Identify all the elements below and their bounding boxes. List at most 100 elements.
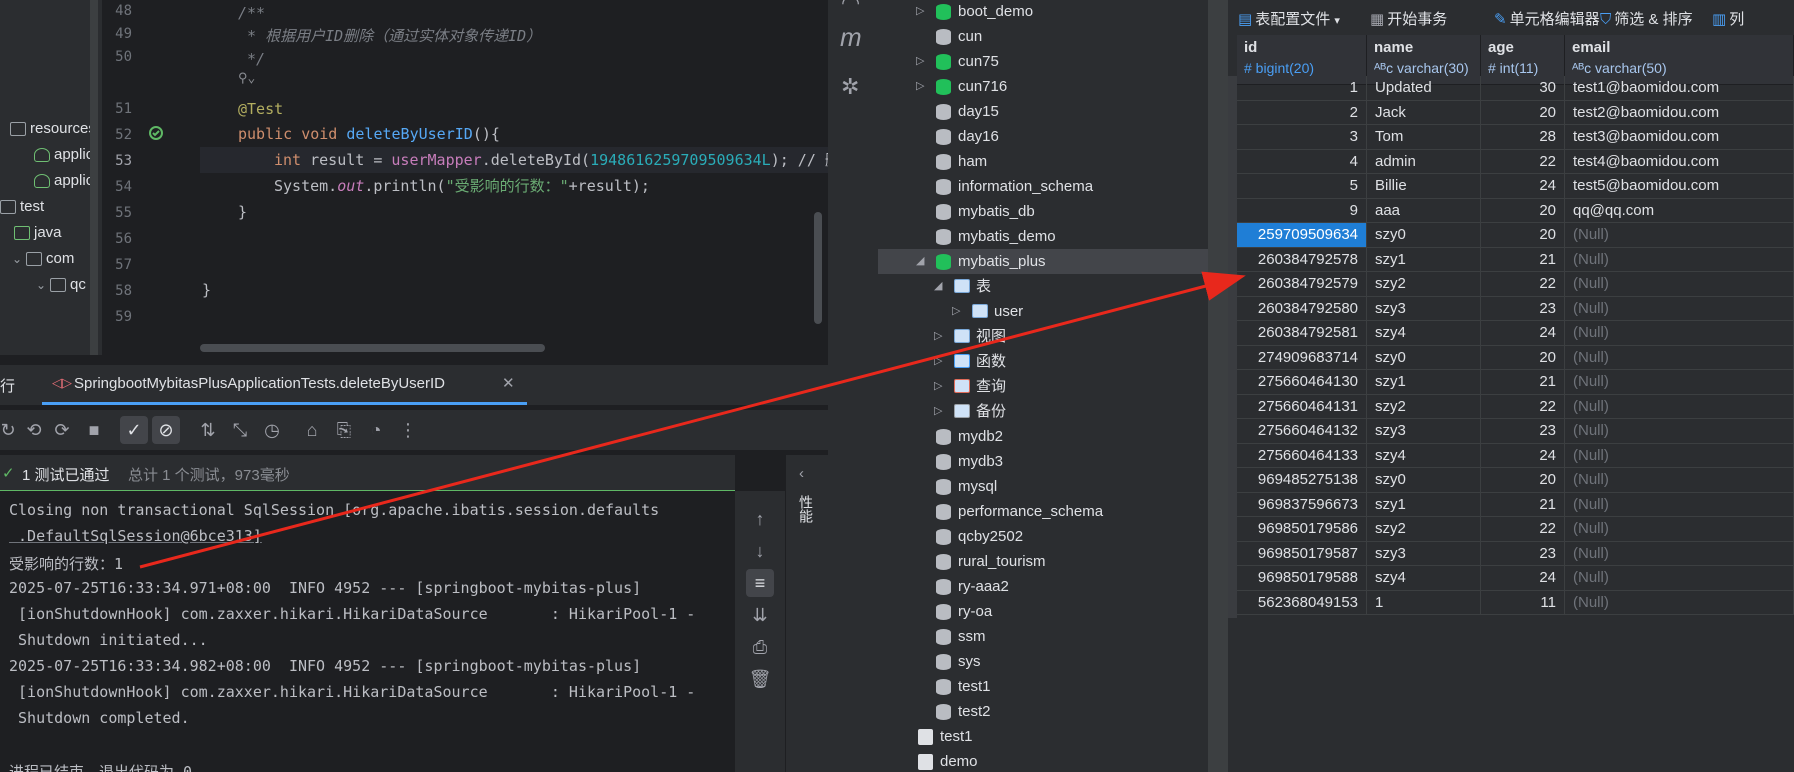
toggle-auto-test-icon[interactable]: ⟳ [48,416,76,444]
coverage-icon[interactable]: ◔ [362,416,390,444]
table-cell-name[interactable]: aaa [1367,198,1481,223]
nav-item-cun716[interactable]: ▷ cun716 [878,74,1208,99]
table-cell-age[interactable]: 22 [1481,394,1565,419]
table-cell-email[interactable]: (Null) [1565,517,1794,542]
table-cell-id[interactable]: 969850179586 [1237,517,1367,542]
table-cell-age[interactable]: 23 [1481,419,1565,444]
nav-item-[interactable]: ▷ 备份 [878,399,1208,424]
tree-item-applic-2[interactable]: applic [34,168,93,194]
table-cell-name[interactable]: szy3 [1367,419,1481,444]
nav-item-ssm[interactable]: ssm [878,624,1208,649]
nav-item-performance_schema[interactable]: performance_schema [878,499,1208,524]
nav-item-mydb3[interactable]: mydb3 [878,449,1208,474]
collapsed-arrow-icon[interactable]: ▷ [934,399,942,424]
table-cell-email[interactable]: qq@qq.com [1565,198,1794,223]
table-cell-age[interactable]: 28 [1481,125,1565,150]
show-ignored-icon[interactable]: ⊘ [152,416,180,444]
table-cell-id[interactable]: 275660464131 [1237,394,1367,419]
table-cell-name[interactable]: Tom [1367,125,1481,150]
collapsed-arrow-icon[interactable]: ▷ [916,74,924,99]
table-cell-id[interactable]: 4 [1237,149,1367,174]
table-cell-id[interactable]: 969485275138 [1237,468,1367,493]
chevron-left-icon[interactable]: ‹ [799,465,804,482]
table-cell-id[interactable]: 259709509634 [1237,223,1367,248]
table-cell-age[interactable]: 21 [1481,370,1565,395]
table-config-button[interactable]: ▤ 表配置文件 ▾ [1238,8,1340,29]
table-cell-email[interactable]: (Null) [1565,566,1794,591]
table-cell-email[interactable]: (Null) [1565,468,1794,493]
console-output[interactable]: Closing non transactional SqlSession [or… [0,491,735,772]
table-cell-name[interactable]: szy3 [1367,296,1481,321]
table-cell-age[interactable]: 23 [1481,296,1565,321]
table-cell-id[interactable]: 260384792580 [1237,296,1367,321]
tree-item-com[interactable]: ⌄ com [12,246,74,272]
table-cell-age[interactable]: 30 [1481,76,1565,101]
table-cell-name[interactable]: szy1 [1367,247,1481,272]
tree-item-test[interactable]: test [0,194,44,220]
trash-icon[interactable]: 🗑 [746,665,774,693]
table-cell-name[interactable]: szy0 [1367,223,1481,248]
nav-item-boot_demo[interactable]: ▷ boot_demo [878,0,1208,24]
nav-item-test1[interactable]: test1 [878,724,1208,749]
table-cell-age[interactable]: 20 [1481,198,1565,223]
nav-item-mybatis_plus[interactable]: ◢ mybatis_plus [878,249,1208,274]
table-cell-age[interactable]: 24 [1481,443,1565,468]
nav-item-ham[interactable]: ham [878,149,1208,174]
table-cell-email[interactable]: (Null) [1565,223,1794,248]
project-tree-scrollbar[interactable] [90,0,98,355]
filter-sort-button[interactable]: ⛉ 筛选 & 排序 [1600,8,1693,29]
gradle-icon[interactable]: ✲ [841,74,859,100]
nav-item-cun75[interactable]: ▷ cun75 [878,49,1208,74]
import-icon[interactable]: ⎘ [330,416,358,444]
nav-item-[interactable]: ▷ 视图 [878,324,1208,349]
nav-item-[interactable]: ◢ 表 [878,274,1208,299]
table-cell-email[interactable]: test4@baomidou.com [1565,149,1794,174]
table-cell-id[interactable]: 9 [1237,198,1367,223]
table-cell-age[interactable]: 20 [1481,100,1565,125]
nav-item-demo[interactable]: demo [878,749,1208,772]
tree-item-resources[interactable]: resources [10,116,96,142]
nav-item-[interactable]: ▷ 查询 [878,374,1208,399]
editor-horizontal-scrollbar[interactable] [200,344,545,352]
collapsed-arrow-icon[interactable]: ▷ [916,0,924,24]
table-cell-id[interactable]: 260384792579 [1237,272,1367,297]
table-cell-id[interactable]: 275660464132 [1237,419,1367,444]
scroll-to-end-icon[interactable]: ⇊ [746,601,774,629]
table-cell-age[interactable]: 23 [1481,541,1565,566]
scroll-up-icon[interactable]: ↑ [746,505,774,533]
soft-wrap-icon[interactable]: ≡ [746,569,774,597]
table-cell-id[interactable]: 274909683714 [1237,345,1367,370]
nav-item-day16[interactable]: day16 [878,124,1208,149]
table-cell-age[interactable]: 22 [1481,517,1565,542]
table-cell-name[interactable]: szy2 [1367,394,1481,419]
table-cell-id[interactable]: 969850179588 [1237,566,1367,591]
nav-item-mybatis_demo[interactable]: mybatis_demo [878,224,1208,249]
expanded-arrow-icon[interactable]: ◢ [934,274,942,299]
nav-item-[interactable]: ▷ 函数 [878,349,1208,374]
run-tab-active[interactable]: ◁▷ SpringbootMybitasPlusApplicationTests… [42,365,527,405]
collapsed-arrow-icon[interactable]: ▷ [934,349,942,374]
run-test-icon[interactable] [148,125,164,141]
collapsed-arrow-icon[interactable]: ▷ [934,324,942,349]
table-cell-id[interactable]: 562368049153 [1237,590,1367,615]
table-cell-name[interactable]: admin [1367,149,1481,174]
table-cell-name[interactable]: Jack [1367,100,1481,125]
nav-item-user[interactable]: ▷ user [878,299,1208,324]
table-cell-name[interactable]: szy0 [1367,468,1481,493]
table-cell-id[interactable]: 275660464133 [1237,443,1367,468]
nav-item-mybatis_db[interactable]: mybatis_db [878,199,1208,224]
nav-item-ry-oa[interactable]: ry-oa [878,599,1208,624]
navigator-scrollbar[interactable] [1208,0,1228,772]
begin-transaction-button[interactable]: ▦ 开始事务 [1370,8,1447,29]
collapsed-arrow-icon[interactable]: ▷ [916,49,924,74]
table-cell-name[interactable]: 1 [1367,590,1481,615]
collapsed-arrow-icon[interactable]: ▷ [952,299,960,324]
table-cell-name[interactable]: szy4 [1367,321,1481,346]
table-cell-email[interactable]: (Null) [1565,419,1794,444]
expanded-arrow-icon[interactable]: ◢ [916,249,924,274]
table-cell-email[interactable]: test1@baomidou.com [1565,76,1794,101]
more-icon[interactable]: ⋮ [394,416,422,444]
table-cell-age[interactable]: 20 [1481,223,1565,248]
table-cell-email[interactable]: test2@baomidou.com [1565,100,1794,125]
table-cell-age[interactable]: 22 [1481,272,1565,297]
